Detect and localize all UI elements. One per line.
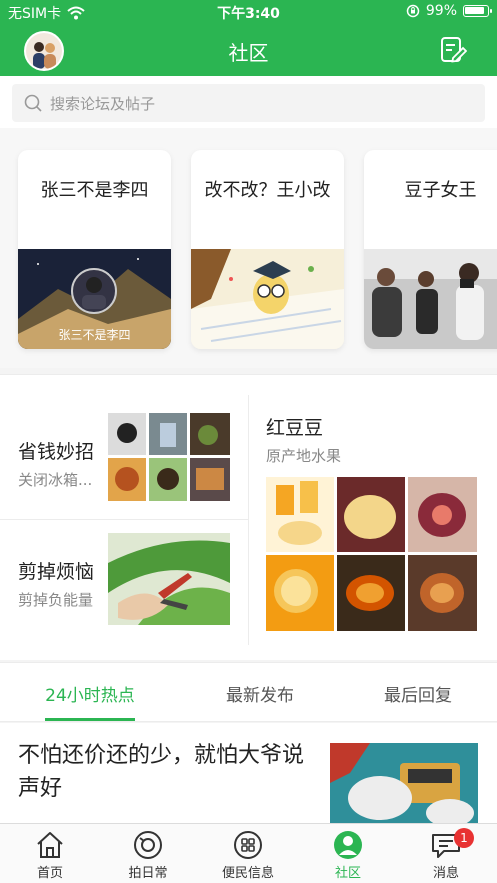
post-filter-tabs: 24小时热点 最新发布 最后回复 (0, 662, 497, 722)
tabbar-community[interactable]: 社区 (308, 828, 388, 883)
tabbar-label: 社区 (334, 866, 361, 881)
feature-title: 剪掉烦恼 (18, 561, 95, 583)
compose-post-icon[interactable] (439, 36, 467, 64)
tabbar-label: 消息 (432, 866, 459, 881)
grid-icon (234, 831, 262, 859)
forum-card-caption: 张三不是李四 (58, 328, 131, 342)
feature-title: 省钱妙招 (18, 441, 95, 463)
tabbar-services[interactable]: 便民信息 (208, 828, 288, 883)
feature-subtitle: 原产地水果 (266, 447, 342, 465)
page-title: 社区 (228, 41, 269, 65)
bottom-tab-bar: 首页 拍日常 便民信息 社区 1 消息 (0, 823, 497, 883)
unread-badge: 1 (454, 828, 474, 848)
tab-latest[interactable]: 最新发布 (190, 681, 330, 706)
forum-card-image (364, 249, 497, 349)
battery-icon (463, 5, 492, 17)
feature-thumbnail (266, 477, 477, 631)
tabbar-label: 拍日常 (128, 866, 168, 881)
tabbar-camera[interactable]: 拍日常 (108, 828, 188, 883)
post-thumbnail (330, 743, 478, 825)
divider (248, 395, 249, 645)
forum-card[interactable]: 豆子女王 (364, 150, 497, 349)
tabbar-label: 便民信息 (221, 866, 274, 881)
feature-tile-savings[interactable]: 省钱妙招 关闭冰箱... (0, 395, 248, 519)
feature-subtitle: 关闭冰箱... (18, 471, 93, 489)
forum-card[interactable]: 改不改？王小改 (191, 150, 344, 349)
search-bar: 搜索论坛及帖子 (0, 76, 497, 128)
search-placeholder: 搜索论坛及帖子 (50, 95, 156, 113)
active-tab-indicator (45, 718, 135, 721)
divider (0, 519, 248, 520)
feature-subtitle: 剪掉负能量 (18, 591, 94, 609)
tab-24h-hot[interactable]: 24小时热点 (20, 681, 160, 706)
feature-tile-pruning[interactable]: 剪掉烦恼 剪掉负能量 (0, 521, 248, 645)
feature-thumbnail (108, 413, 230, 501)
feature-title: 红豆豆 (266, 417, 324, 439)
community-icon (334, 831, 362, 859)
battery-percent: 99% (425, 3, 457, 19)
post-item[interactable]: 不怕还价还的少，就怕大爷说声好 (0, 723, 497, 825)
forum-card-title: 张三不是李四 (40, 180, 149, 201)
feature-thumbnail (108, 533, 230, 625)
tabbar-messages[interactable]: 1 消息 (406, 828, 486, 883)
search-input[interactable]: 搜索论坛及帖子 (12, 84, 485, 122)
post-title: 不怕还价还的少，就怕大爷说声好 (18, 743, 305, 801)
forum-card-title: 豆子女王 (404, 180, 477, 201)
tabbar-home[interactable]: 首页 (10, 828, 90, 883)
tabbar-label: 首页 (36, 866, 63, 881)
search-icon (24, 94, 42, 112)
forum-carousel[interactable]: 张三不是李四 张三不是李四 改不改？王小改 豆子女王 (0, 128, 497, 368)
camera-icon (134, 831, 162, 859)
forum-card-title: 改不改？王小改 (204, 180, 331, 201)
tab-last-reply[interactable]: 最后回复 (348, 681, 488, 706)
forum-card[interactable]: 张三不是李四 张三不是李四 (18, 150, 171, 349)
home-icon (37, 832, 63, 858)
status-bar: 无SIM卡 下午3:40 99% (0, 0, 497, 24)
feature-grid: 省钱妙招 关闭冰箱... 剪掉烦恼 剪掉负能量 红豆豆 原产地水果 (0, 374, 497, 660)
forum-card-image (191, 249, 344, 349)
top-nav-bar: 社区 (0, 24, 497, 76)
orientation-lock-icon (406, 4, 420, 18)
